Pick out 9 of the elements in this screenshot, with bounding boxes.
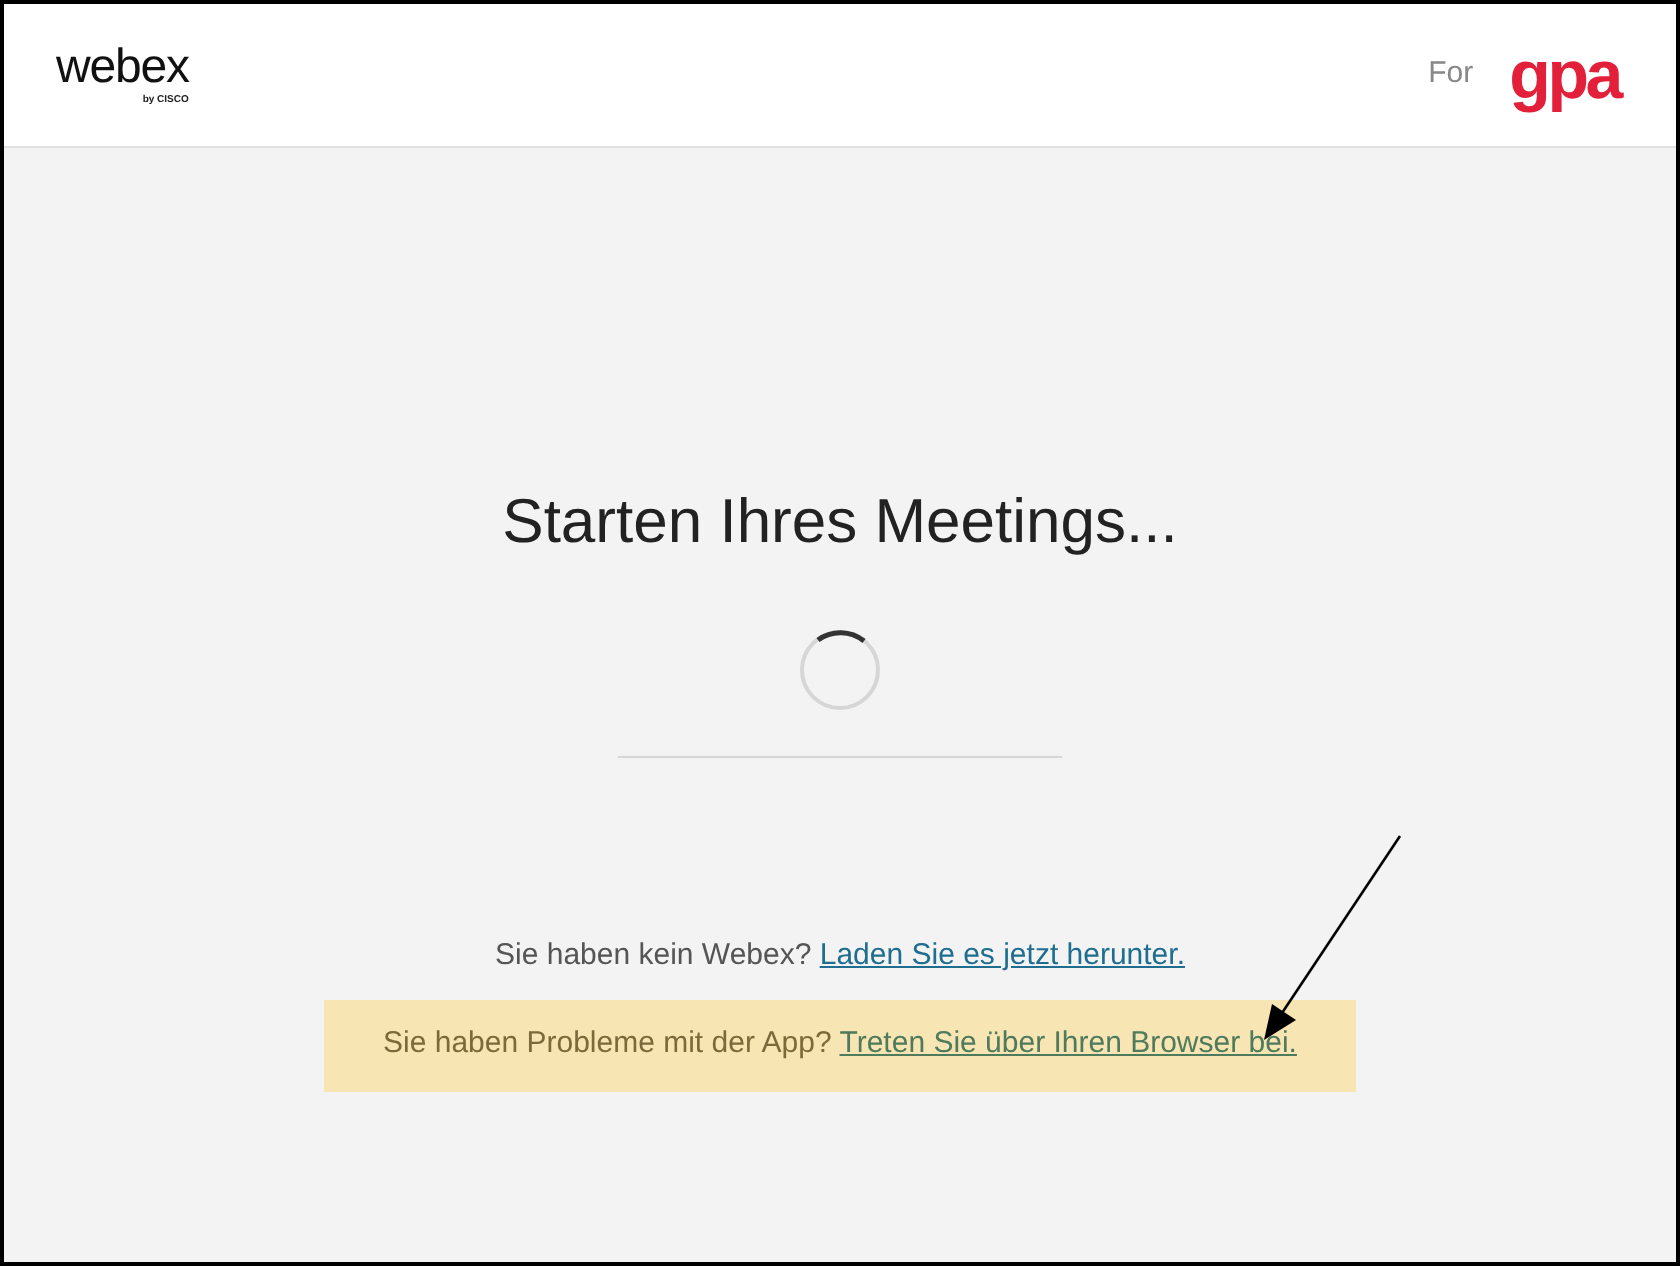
for-label: For xyxy=(1428,54,1474,95)
download-link[interactable]: Laden Sie es jetzt herunter. xyxy=(819,938,1185,972)
webex-logo: webex xyxy=(56,43,189,91)
partner-logo: gpa xyxy=(1509,41,1620,109)
browser-join-link[interactable]: Treten Sie über Ihren Browser bei. xyxy=(839,1026,1297,1061)
loading-spinner-icon xyxy=(798,628,882,712)
browser-join-sentence: Sie haben Probleme mit der App? Treten Sie über Ihren Browser bei. xyxy=(383,1024,1297,1065)
page-title: Starten Ihres Meetings... xyxy=(502,484,1178,560)
download-sentence: Sie haben kein Webex? Laden Sie es jetzt herunter. xyxy=(495,936,1185,976)
